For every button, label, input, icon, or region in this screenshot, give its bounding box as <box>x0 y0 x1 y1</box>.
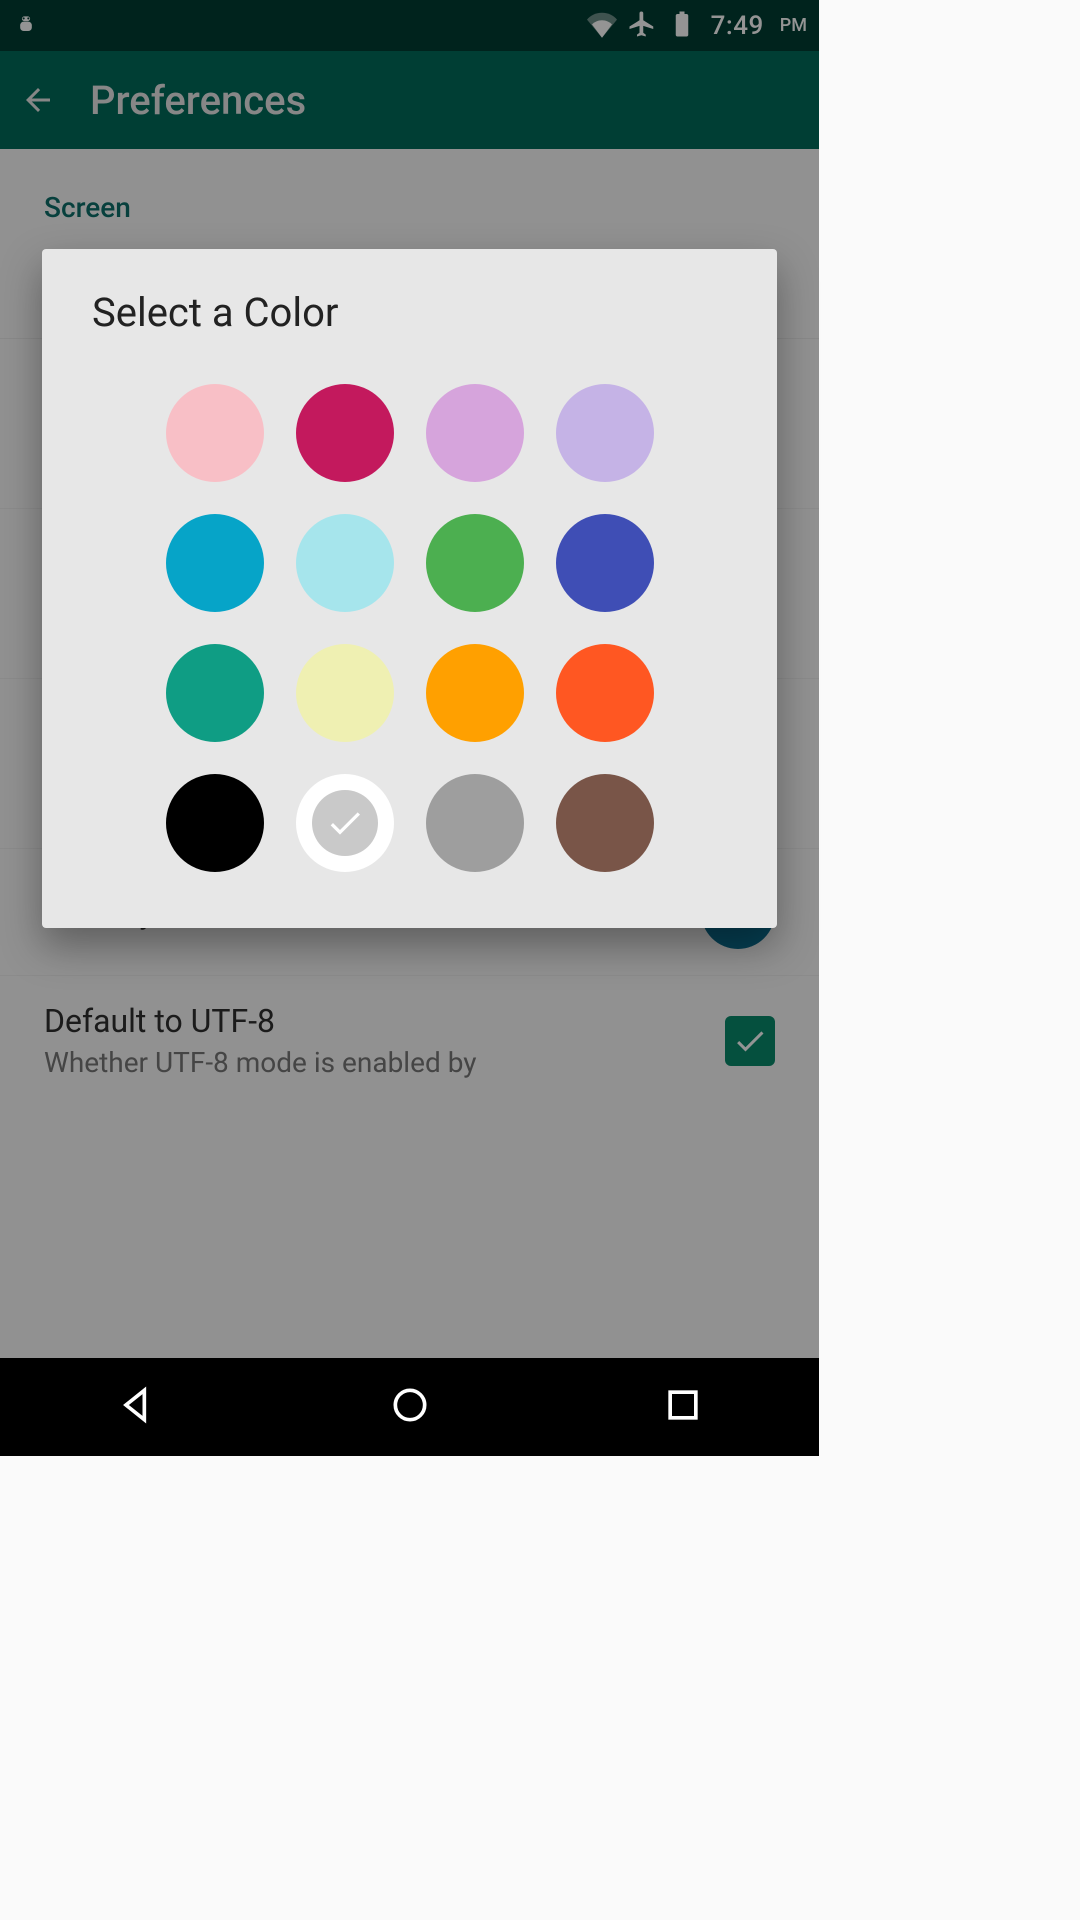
color-chip[interactable] <box>296 774 394 872</box>
color-chip[interactable] <box>556 644 654 742</box>
color-chip[interactable] <box>426 514 524 612</box>
nav-back-icon <box>115 1383 159 1427</box>
color-chip[interactable] <box>296 384 394 482</box>
nav-home-icon <box>388 1383 432 1427</box>
nav-home-button[interactable] <box>388 1383 432 1431</box>
color-chip[interactable] <box>556 384 654 482</box>
color-picker-dialog: Select a Color <box>42 249 777 928</box>
color-chip[interactable] <box>296 644 394 742</box>
color-chip[interactable] <box>426 384 524 482</box>
nav-recent-icon <box>661 1383 705 1427</box>
nav-recent-button[interactable] <box>661 1383 705 1431</box>
color-chip[interactable] <box>166 384 264 482</box>
color-chip[interactable] <box>296 514 394 612</box>
color-palette <box>92 384 727 872</box>
color-chip[interactable] <box>556 514 654 612</box>
color-chip[interactable] <box>166 644 264 742</box>
color-chip[interactable] <box>166 514 264 612</box>
color-chip[interactable] <box>426 774 524 872</box>
system-nav-bar <box>0 1358 819 1456</box>
color-chip[interactable] <box>166 774 264 872</box>
dialog-title: Select a Color <box>92 289 727 336</box>
color-chip[interactable] <box>426 644 524 742</box>
nav-back-button[interactable] <box>115 1383 159 1431</box>
color-chip[interactable] <box>556 774 654 872</box>
